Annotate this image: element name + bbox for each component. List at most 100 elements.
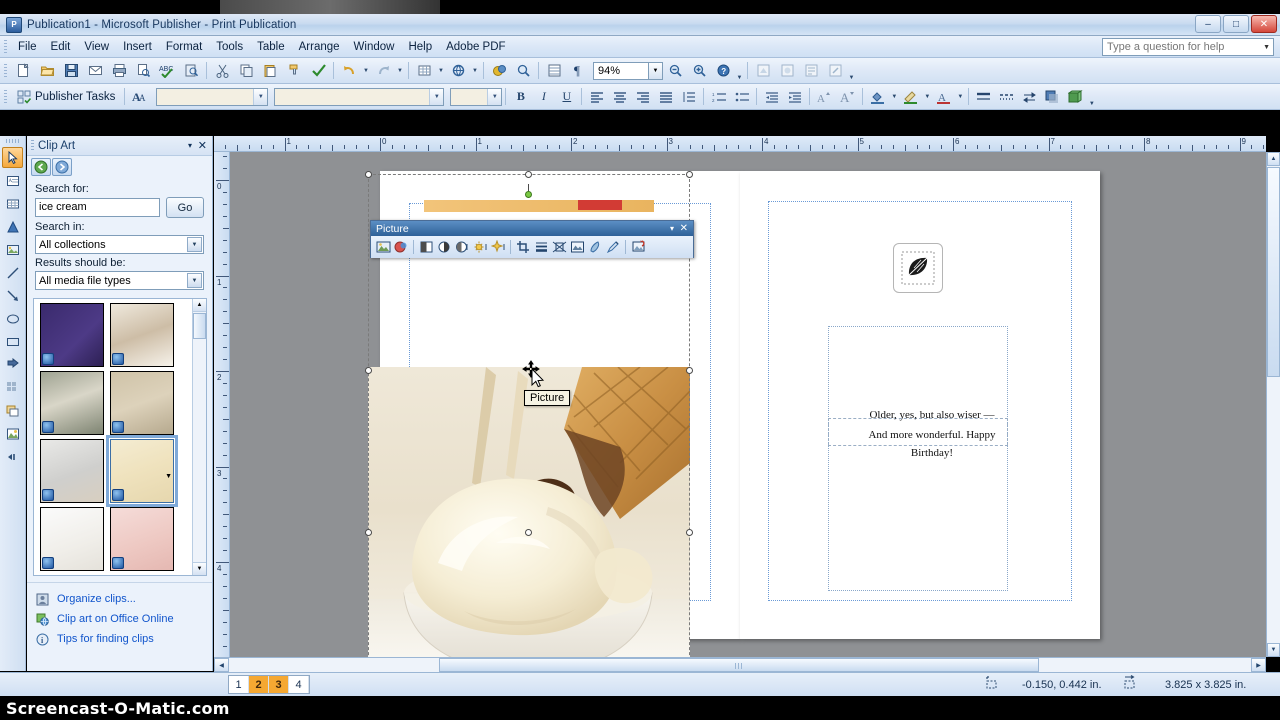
- clip-thumb-3[interactable]: [40, 371, 104, 435]
- paste-button[interactable]: [259, 60, 281, 81]
- bulleted-list-button[interactable]: [731, 86, 752, 107]
- align-center-button[interactable]: [609, 86, 630, 107]
- less-contrast-button[interactable]: [435, 238, 453, 256]
- clip-thumb-4[interactable]: [110, 371, 174, 435]
- shadow-style-button[interactable]: [1042, 86, 1063, 107]
- page-tab-4[interactable]: 4: [289, 676, 309, 693]
- adobe-attach-button[interactable]: [824, 60, 846, 81]
- menu-adobe-pdf[interactable]: Adobe PDF: [439, 38, 512, 56]
- design-checker-button[interactable]: [307, 60, 329, 81]
- clip-thumb-1[interactable]: [40, 303, 104, 367]
- print-preview-button[interactable]: [132, 60, 154, 81]
- page-right[interactable]: [740, 171, 1100, 639]
- adobe-toolbar-overflow[interactable]: ▼: [847, 61, 856, 81]
- menu-edit[interactable]: Edit: [44, 38, 78, 56]
- more-brightness-button[interactable]: [453, 238, 471, 256]
- cut-button[interactable]: [211, 60, 233, 81]
- oval-tool[interactable]: [2, 308, 23, 329]
- results-should-be-select[interactable]: All media file types ▼: [35, 271, 204, 290]
- page-navigation-tabs[interactable]: 1 2 3 4: [228, 675, 310, 694]
- chevron-down-icon[interactable]: ▼: [187, 237, 202, 252]
- fill-color-button[interactable]: [867, 86, 888, 107]
- insert-table-dropdown[interactable]: ▼: [436, 60, 446, 81]
- resize-handle-ne[interactable]: [686, 171, 693, 178]
- picture-toolbar-title-bar[interactable]: Picture ▾ ✕: [371, 221, 693, 236]
- adobe-convert-pdf-button[interactable]: [752, 60, 774, 81]
- style-combo[interactable]: ▼: [274, 87, 445, 106]
- toolbar-overflow-button[interactable]: ▼: [735, 61, 744, 81]
- vertical-scrollbar[interactable]: ▲ ▼: [1266, 152, 1280, 657]
- grow-font-button[interactable]: A: [814, 86, 835, 107]
- new-publication-button[interactable]: [12, 60, 34, 81]
- design-gallery-object-tool[interactable]: [2, 377, 23, 398]
- search-in-select[interactable]: All collections ▼: [35, 235, 204, 254]
- search-input[interactable]: ice cream: [35, 198, 160, 217]
- horizontal-scrollbar[interactable]: ◀ ▶: [214, 657, 1266, 672]
- insert-hyperlink-button[interactable]: [447, 60, 469, 81]
- justify-button[interactable]: [655, 86, 676, 107]
- adobe-review-button[interactable]: [800, 60, 822, 81]
- maximize-button[interactable]: □: [1223, 15, 1249, 33]
- font-color-button[interactable]: A: [933, 86, 954, 107]
- zoom-tool-button[interactable]: [512, 60, 534, 81]
- resize-handle-w[interactable]: [365, 367, 372, 374]
- line-weight-button[interactable]: [532, 238, 550, 256]
- adobe-convert-email-button[interactable]: [776, 60, 798, 81]
- clip-thumb-7[interactable]: [40, 507, 104, 571]
- clip-thumb-8[interactable]: [110, 507, 174, 571]
- line-spacing-button[interactable]: [678, 86, 699, 107]
- styles-and-formatting-button[interactable]: AA: [129, 86, 151, 107]
- chevron-down-icon[interactable]: ▾: [188, 141, 192, 150]
- tips-for-finding-clips-link[interactable]: i Tips for finding clips: [35, 629, 212, 649]
- scroll-up-button[interactable]: ▲: [1267, 152, 1280, 166]
- close-icon[interactable]: ✕: [680, 223, 688, 234]
- resize-handle-s[interactable]: [525, 529, 532, 536]
- insert-picture-button[interactable]: [374, 238, 392, 256]
- help-button[interactable]: ?: [712, 60, 734, 81]
- resize-handle-nw[interactable]: [365, 171, 372, 178]
- reset-picture-button[interactable]: [629, 238, 647, 256]
- text-wrapping-button[interactable]: [550, 238, 568, 256]
- horizontal-scrollbar-thumb[interactable]: [439, 658, 1039, 672]
- align-right-button[interactable]: [632, 86, 653, 107]
- formatting-toolbar-grip[interactable]: [4, 89, 7, 104]
- scrollbar-thumb[interactable]: [193, 313, 206, 339]
- clip-art-office-online-link[interactable]: Clip art on Office Online: [35, 609, 212, 629]
- menu-view[interactable]: View: [77, 38, 116, 56]
- text-box-tool[interactable]: A: [2, 170, 23, 191]
- results-scrollbar[interactable]: ▲ ▼: [192, 299, 206, 575]
- page-tab-1[interactable]: 1: [229, 676, 249, 693]
- close-icon[interactable]: ✕: [198, 139, 207, 152]
- save-button[interactable]: [60, 60, 82, 81]
- vertical-scrollbar-thumb[interactable]: [1267, 167, 1280, 377]
- menu-format[interactable]: Format: [159, 38, 209, 56]
- decrease-indent-button[interactable]: [761, 86, 782, 107]
- font-size-combo[interactable]: ▼: [450, 87, 503, 106]
- menu-insert[interactable]: Insert: [116, 38, 159, 56]
- arrow-style-button[interactable]: [1019, 86, 1040, 107]
- more-contrast-button[interactable]: [417, 238, 435, 256]
- help-search-input[interactable]: Type a question for help ▼: [1102, 38, 1274, 56]
- bold-button[interactable]: B: [510, 86, 531, 107]
- less-brightness-button[interactable]: [471, 238, 489, 256]
- copy-button[interactable]: [235, 60, 257, 81]
- align-left-button[interactable]: [586, 86, 607, 107]
- crop-button[interactable]: [514, 238, 532, 256]
- print-button[interactable]: [108, 60, 130, 81]
- insert-table-button[interactable]: [413, 60, 435, 81]
- line-color-button[interactable]: [900, 86, 921, 107]
- special-characters-button[interactable]: ¶: [567, 60, 589, 81]
- undo-dropdown[interactable]: ▼: [361, 60, 371, 81]
- menu-grip[interactable]: [4, 39, 7, 54]
- scroll-right-button[interactable]: ▶: [1251, 658, 1266, 672]
- increase-indent-button[interactable]: [784, 86, 805, 107]
- picture-frame-tool[interactable]: [2, 239, 23, 260]
- menu-window[interactable]: Window: [347, 38, 402, 56]
- page-tab-3[interactable]: 3: [269, 676, 289, 693]
- dash-style-button[interactable]: [996, 86, 1017, 107]
- clip-art-results-grid[interactable]: ▼ ▲ ▼: [33, 298, 207, 576]
- resize-handle-sw[interactable]: [365, 529, 372, 536]
- arrow-tool[interactable]: [2, 285, 23, 306]
- task-pane-forward-button[interactable]: [52, 158, 72, 176]
- organize-clips-link[interactable]: Organize clips...: [35, 589, 212, 609]
